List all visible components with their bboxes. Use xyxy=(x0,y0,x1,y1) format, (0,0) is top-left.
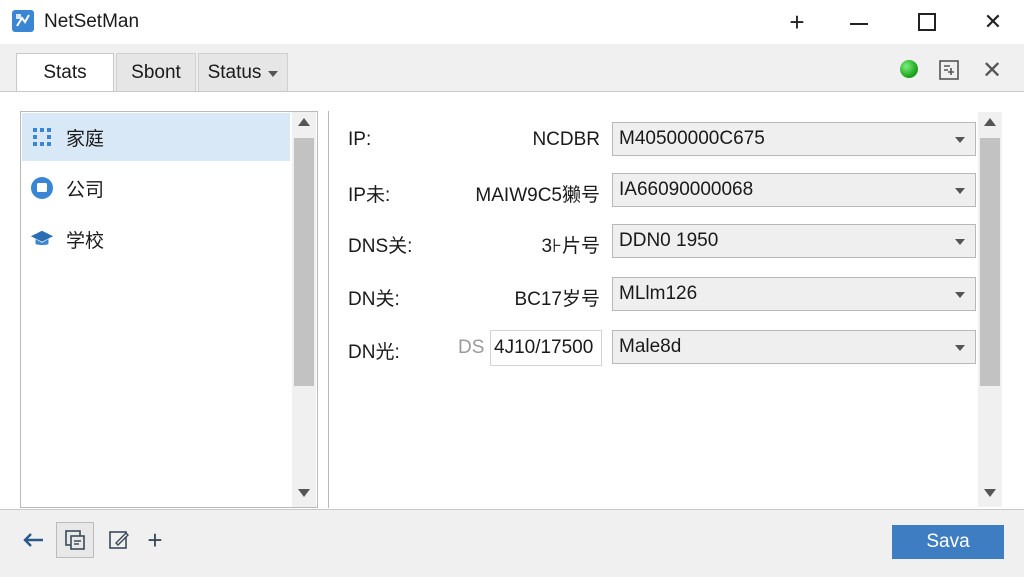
profile-label: 学校 xyxy=(66,230,105,252)
chevron-down-icon xyxy=(268,70,279,77)
chevron-down-icon xyxy=(955,239,965,245)
field-value: DDN0 1950 xyxy=(619,230,719,251)
row-label-dns: DNS关: xyxy=(348,236,413,257)
scroll-up-icon[interactable] xyxy=(984,118,996,126)
chevron-down-icon xyxy=(955,345,965,351)
row-label-subnet: IP未: xyxy=(348,185,391,206)
tab-label: Status xyxy=(207,61,262,83)
maximize-icon xyxy=(918,13,936,31)
row-sub-label: 3⊦片号 xyxy=(541,236,600,257)
new-window-button[interactable]: + xyxy=(766,0,828,44)
profile-label: 家庭 xyxy=(66,128,105,150)
minimize-icon xyxy=(850,23,868,25)
ip-address-field[interactable]: M40500000C675 xyxy=(612,122,976,156)
row-sub-prefix: DS xyxy=(458,337,485,358)
app-logo-icon xyxy=(12,10,34,32)
chevron-down-icon xyxy=(955,137,965,143)
copy-profile-button[interactable] xyxy=(56,522,94,558)
tab-status[interactable]: Status xyxy=(198,53,288,91)
scroll-down-icon[interactable] xyxy=(984,489,996,497)
chevron-down-icon xyxy=(955,292,965,298)
row-label-dn-alt: DN光: xyxy=(348,342,400,363)
company-icon xyxy=(30,176,54,200)
window-title: NetSetMan xyxy=(44,11,140,32)
profile-item-home[interactable]: 家庭 xyxy=(22,113,290,161)
row-sub-label: BC17岁号 xyxy=(514,289,600,310)
network-panel-icon[interactable] xyxy=(938,59,960,81)
field-value: IA66090000068 xyxy=(619,179,754,200)
tab-label: Stats xyxy=(43,61,87,83)
close-window-button[interactable]: ✕ xyxy=(962,0,1024,44)
minimize-button[interactable] xyxy=(828,0,890,44)
graduation-cap-icon xyxy=(30,227,54,251)
edit-profile-button[interactable] xyxy=(100,522,138,558)
dn-field[interactable]: MLlm126 xyxy=(612,277,976,311)
back-button[interactable] xyxy=(14,522,52,558)
field-value: MLlm126 xyxy=(619,283,698,304)
save-button[interactable]: Sava xyxy=(892,525,1004,559)
row-label-ip: IP: xyxy=(348,129,372,150)
add-icon: + xyxy=(147,524,163,555)
connection-status-dot xyxy=(900,60,918,78)
field-value: Male8d xyxy=(619,336,682,357)
row-sub-label: NCDBR xyxy=(532,129,600,150)
profile-list-scroll-thumb[interactable] xyxy=(294,138,314,386)
maximize-button[interactable] xyxy=(896,0,958,44)
profile-item-school[interactable]: 学校 xyxy=(22,215,290,263)
dns-field[interactable]: DDN0 1950 xyxy=(612,224,976,258)
add-profile-button[interactable]: + xyxy=(136,522,174,558)
field-value: M40500000C675 xyxy=(619,128,765,149)
tab-sbont[interactable]: Sbont xyxy=(116,53,196,91)
profile-item-company[interactable]: 公司 xyxy=(22,164,290,212)
edit-icon xyxy=(109,531,129,549)
dn-alt-field[interactable]: Male8d xyxy=(612,330,976,364)
row-sub-label: 4J10/17500 xyxy=(494,337,594,358)
scroll-up-icon[interactable] xyxy=(298,118,310,126)
tab-stats[interactable]: Stats xyxy=(16,53,114,91)
chevron-down-icon xyxy=(955,188,965,194)
tab-label: Sbont xyxy=(131,61,181,83)
row-sub-label: MAIW9C5獭号 xyxy=(475,185,600,206)
back-arrow-icon xyxy=(23,533,43,547)
grid-icon xyxy=(30,125,54,149)
scroll-down-icon[interactable] xyxy=(298,489,310,497)
row-label-dn: DN关: xyxy=(348,289,400,310)
subnet-field[interactable]: IA66090000068 xyxy=(612,173,976,207)
form-scroll-thumb[interactable] xyxy=(980,138,1000,386)
close-icon[interactable]: ✕ xyxy=(980,56,1004,84)
copy-profile-icon xyxy=(65,530,85,550)
profile-label: 公司 xyxy=(66,179,105,201)
